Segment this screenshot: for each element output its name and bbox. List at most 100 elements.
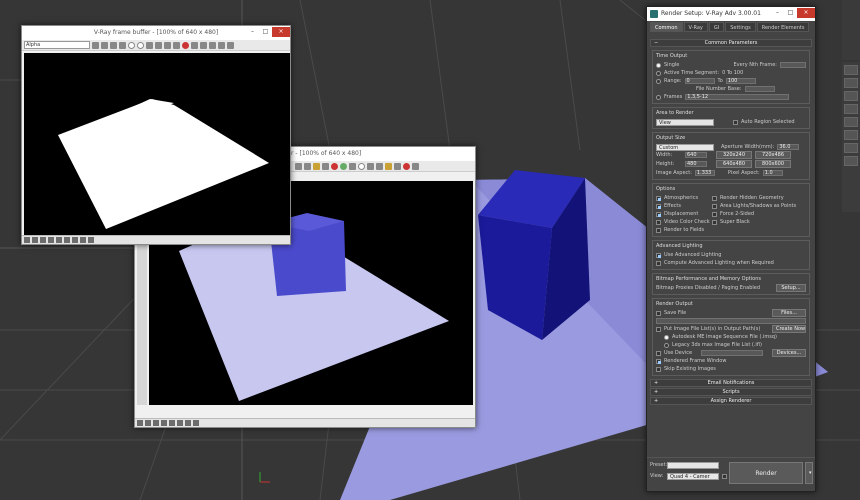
pixel-aspect-input[interactable]: 1.0 [762,170,783,176]
render-icon[interactable] [403,162,410,170]
force-2-sided-checkbox[interactable] [712,211,717,217]
status-icon[interactable] [24,237,30,243]
status-icon[interactable] [40,237,46,243]
lens-icon[interactable] [209,41,216,49]
area-select[interactable]: View [656,118,714,126]
status-icon[interactable] [80,237,86,243]
super-black-checkbox[interactable] [712,219,717,225]
use-device-checkbox[interactable] [656,350,661,356]
render-options-button[interactable]: ▾ [805,462,813,484]
output-size-select[interactable]: Custom [656,143,714,151]
ifl-radio[interactable] [664,342,669,348]
range-to-input[interactable]: 100 [725,78,756,84]
rollout-assign-renderer[interactable]: + Assign Renderer [650,397,812,405]
view-select[interactable]: Quad 4 - Camer [667,472,719,480]
status-icon[interactable] [137,420,143,426]
file-number-base-input[interactable] [744,86,775,92]
tool-icon[interactable] [844,104,858,114]
maximize-icon[interactable]: □ [784,8,797,18]
copy-icon[interactable] [155,41,162,49]
compute-advanced-lighting-checkbox[interactable] [656,260,661,266]
status-icon[interactable] [145,420,151,426]
alpha-channel-icon[interactable] [358,162,365,170]
alpha-channel-icon[interactable] [128,41,135,49]
preset-800-button[interactable]: 800x600 [755,160,791,168]
status-icon[interactable] [161,420,167,426]
history-icon[interactable] [200,41,207,49]
active-segment-radio[interactable] [656,70,661,76]
preset-720-button[interactable]: 720x486 [755,151,791,159]
skip-existing-checkbox[interactable] [656,366,661,372]
tab-common[interactable]: Common [650,22,683,32]
mono-icon[interactable] [137,41,144,49]
rollout-scripts[interactable]: + Scripts [650,388,812,396]
render-setup-window[interactable]: Render Setup: V-Ray Adv 3.00.01 – □ × Co… [646,6,816,492]
maximize-icon[interactable]: □ [259,27,272,37]
area-lights-checkbox[interactable] [712,203,717,209]
frame-buffer-window-small[interactable]: V-Ray frame buffer - [100% of 640 x 480]… [21,25,291,245]
load-icon[interactable] [322,162,329,170]
image-aspect-input[interactable]: 1.333 [694,170,715,176]
pan-icon[interactable] [101,41,108,49]
tool-icon[interactable] [844,156,858,166]
stereo-icon[interactable] [227,41,234,49]
video-color-check-checkbox[interactable] [656,219,661,225]
render-icon[interactable] [182,41,189,49]
displacement-checkbox[interactable] [656,211,661,217]
save-icon[interactable] [110,41,117,49]
rollout-email-notifications[interactable]: + Email Notifications [650,379,812,387]
status-icon[interactable] [177,420,183,426]
imsq-radio[interactable] [664,334,669,340]
preset-320-button[interactable]: 320x240 [716,151,752,159]
status-icon[interactable] [32,237,38,243]
frames-input[interactable]: 1,3,5-12 [685,94,790,100]
frame-buffer-small-title[interactable]: V-Ray frame buffer - [100% of 640 x 480]… [22,26,290,40]
render-to-fields-checkbox[interactable] [656,227,661,233]
render-button[interactable]: Render [729,462,803,484]
options-icon[interactable] [191,41,198,49]
frames-radio[interactable] [656,94,661,100]
render-hidden-geometry-checkbox[interactable] [712,195,717,201]
every-nth-input[interactable] [780,62,806,68]
range-radio[interactable] [656,78,661,84]
render-setup-title[interactable]: Render Setup: V-Ray Adv 3.00.01 – □ × [647,7,815,21]
tab-vray[interactable]: V-Ray [683,22,708,32]
clear-icon[interactable] [146,41,153,49]
atmospherics-checkbox[interactable] [656,195,661,201]
zoom-icon[interactable] [92,41,99,49]
zoom-icon[interactable] [295,162,302,170]
settings-icon[interactable] [164,41,171,49]
width-input[interactable]: 640 [685,152,707,158]
tool-icon[interactable] [844,65,858,75]
minimize-icon[interactable]: – [771,8,784,18]
height-input[interactable]: 480 [685,161,707,167]
status-icon[interactable] [56,237,62,243]
settings-icon[interactable] [394,162,401,170]
channel-select[interactable]: Alpha [24,41,90,49]
status-icon[interactable] [169,420,175,426]
use-advanced-lighting-checkbox[interactable] [656,252,661,258]
pan-icon[interactable] [304,162,311,170]
range-from-input[interactable]: 0 [684,78,715,84]
status-icon[interactable] [153,420,159,426]
tool-icon[interactable] [844,117,858,127]
files-button[interactable]: Files... [772,309,806,317]
stamp-icon[interactable] [218,41,225,49]
tab-render-elements[interactable]: Render Elements [756,22,810,32]
status-icon[interactable] [193,420,199,426]
status-icon[interactable] [64,237,70,243]
preset-640-button[interactable]: 640x480 [716,160,752,168]
aperture-input[interactable]: 36.0 [777,144,800,150]
region-icon[interactable] [173,41,180,49]
tool-icon[interactable] [844,143,858,153]
tool-icon[interactable] [844,78,858,88]
copy-icon[interactable] [385,162,392,170]
save-file-checkbox[interactable] [656,310,661,316]
tab-settings[interactable]: Settings [725,22,756,32]
clear-icon[interactable] [376,162,383,170]
region-icon[interactable] [412,162,419,170]
status-icon[interactable] [88,237,94,243]
put-image-list-checkbox[interactable] [656,326,661,332]
close-icon[interactable]: × [797,8,815,18]
red-channel-icon[interactable] [331,162,338,170]
